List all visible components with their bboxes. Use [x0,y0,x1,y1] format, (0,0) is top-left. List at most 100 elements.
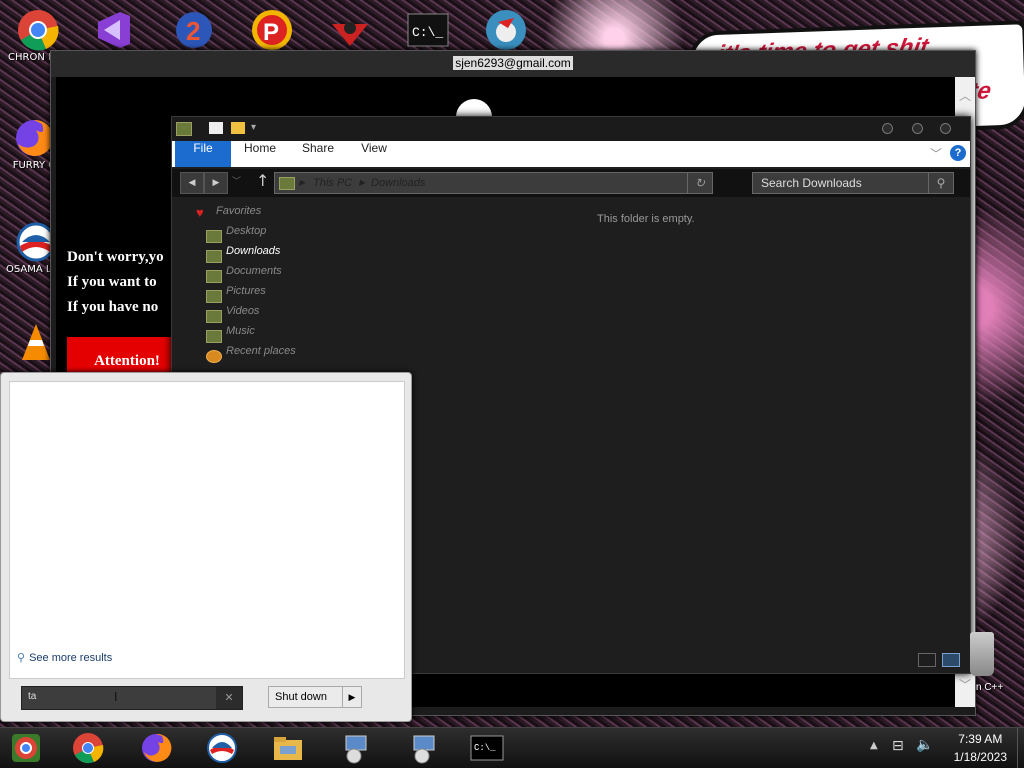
clear-search-button[interactable]: ✕ [216,687,242,709]
app-p-icon[interactable]: P [250,8,294,52]
desktop-corner-label: n C++ [976,682,1004,693]
cmd-taskbar-icon[interactable]: C:\_ [468,732,506,764]
quick-access-toolbar: ▾ [172,117,970,141]
ransom-line-3: If you have no [67,299,159,315]
taskbar-clock[interactable]: 7:39 AM 1/18/2023 [954,730,1007,766]
details-view-icon[interactable] [918,653,936,667]
see-more-label: See more results [29,652,113,664]
nav-item-documents[interactable]: Documents [192,265,332,285]
firefox-taskbar-icon[interactable] [140,732,172,764]
address-bar-row: ◀ ▶ ﹀ ↑ ▶ This PC ▶ Downloads ↻ Search D… [172,169,970,197]
ransom-email: sjen6293@gmail.com [453,56,573,70]
nav-label: Favorites [216,205,262,217]
search-icon: ⚲ [17,652,26,664]
ribbon-expand-icon[interactable]: ﹀ [930,145,942,162]
svg-text:P: P [263,19,279,46]
scroll-up-icon[interactable]: ︿ [959,87,971,104]
nav-item-music[interactable]: Music [192,325,332,345]
visual-studio-icon[interactable] [90,8,134,52]
help-icon[interactable]: ? [950,145,966,161]
forward-button[interactable]: ▶ [204,172,228,194]
app-2-icon[interactable]: 2 [172,8,216,52]
address-box[interactable]: ▶ This PC ▶ Downloads ↻ [274,172,713,194]
app-red-icon[interactable] [328,8,372,52]
maximize-button[interactable] [912,123,923,134]
address-folder[interactable]: Downloads [371,173,425,193]
desktop-folder-icon [206,230,222,243]
minimize-button[interactable] [882,123,893,134]
empty-folder-message: This folder is empty. [597,213,695,225]
refresh-icon[interactable]: ↻ [687,173,712,193]
app-ball-icon[interactable] [484,8,528,52]
nav-label: Documents [226,265,282,277]
start-menu[interactable]: ⚲ See more results ta I ✕ Shut down ▶ [0,372,412,722]
shutdown-options-arrow-icon[interactable]: ▶ [342,687,361,707]
nav-item-videos[interactable]: Videos [192,305,332,325]
nav-item-pictures[interactable]: Pictures [192,285,332,305]
chrome-icon [16,8,60,52]
start-search-value: ta [28,691,37,702]
volume-icon[interactable]: 🔈 [916,737,933,753]
search-icon[interactable]: ⚲ [928,173,953,193]
nav-label: Desktop [226,225,267,237]
nav-label: Videos [226,305,260,317]
ransom-titlebar: sjen6293@gmail.com [51,51,975,77]
chrome-taskbar-icon[interactable] [72,732,104,764]
network-icon[interactable]: ⊟ [892,738,904,754]
installer-2-taskbar-icon[interactable] [408,732,440,764]
music-folder-icon [206,330,222,343]
show-desktop-button[interactable] [1017,728,1024,768]
text-cursor-icon: I [114,690,118,704]
nav-label: Downloads [226,245,281,257]
qat-dropdown-icon[interactable]: ▾ [251,122,265,134]
documents-folder-icon [206,270,222,283]
show-hidden-icons-icon[interactable]: ▲ [870,740,878,751]
start-button[interactable] [10,732,42,764]
start-search-input[interactable]: ta I ✕ [21,686,243,710]
search-placeholder: Search Downloads [761,176,862,190]
obama-taskbar-icon[interactable] [206,732,238,764]
tab-home[interactable]: Home [238,141,282,167]
shutdown-label: Shut down [275,691,327,703]
ribbon-tabs: File Home Share View ﹀ ? [172,141,970,167]
svg-text:2: 2 [186,16,200,46]
nav-item-recent-places[interactable]: Recent places [192,345,332,365]
videos-folder-icon [206,310,222,323]
scroll-down-icon[interactable]: ﹀ [959,676,971,693]
back-button[interactable]: ◀ [180,172,204,194]
pictures-folder-icon [206,290,222,303]
tab-view[interactable]: View [354,141,394,167]
see-more-results-link[interactable]: ⚲ See more results [17,651,112,664]
nav-label: Music [226,325,255,337]
cmd-icon[interactable]: C:\_ [406,8,450,52]
ransom-line-1: Don't worry,yo [67,249,164,265]
installer-taskbar-icon[interactable] [340,732,372,764]
search-input[interactable]: Search Downloads ⚲ [752,172,954,194]
svg-text:C:\_: C:\_ [412,25,443,40]
folder-icon [176,122,192,136]
nav-label: Recent places [226,345,296,357]
large-icons-view-icon[interactable] [942,653,960,667]
location-folder-icon [279,177,295,190]
tab-file[interactable]: File [175,141,231,167]
heart-icon: ♥ [196,205,204,220]
new-folder-icon[interactable] [231,122,245,134]
shutdown-button[interactable]: Shut down ▶ [268,686,362,708]
nav-favorites[interactable]: ♥ Favorites [192,205,332,225]
nav-item-downloads[interactable]: Downloads [192,245,332,265]
navigation-pane: ♥ Favorites Desktop Downloads Documents … [192,205,332,365]
clock-time: 7:39 AM [958,732,1003,746]
properties-icon[interactable] [209,122,223,134]
nav-label: Pictures [226,285,266,297]
ransom-line-2: If you want to [67,274,157,290]
up-arrow-icon[interactable]: ↑ [256,171,269,190]
recycle-bin-icon[interactable] [970,632,994,676]
chevron-right-icon: ▶ [359,178,366,187]
close-button[interactable] [940,123,951,134]
recent-places-icon [206,350,222,363]
recent-dropdown-icon[interactable]: ﹀ [232,174,241,187]
address-root[interactable]: This PC [313,173,352,193]
nav-item-desktop[interactable]: Desktop [192,225,332,245]
file-explorer-taskbar-icon[interactable] [272,732,304,764]
tab-share[interactable]: Share [296,141,340,167]
